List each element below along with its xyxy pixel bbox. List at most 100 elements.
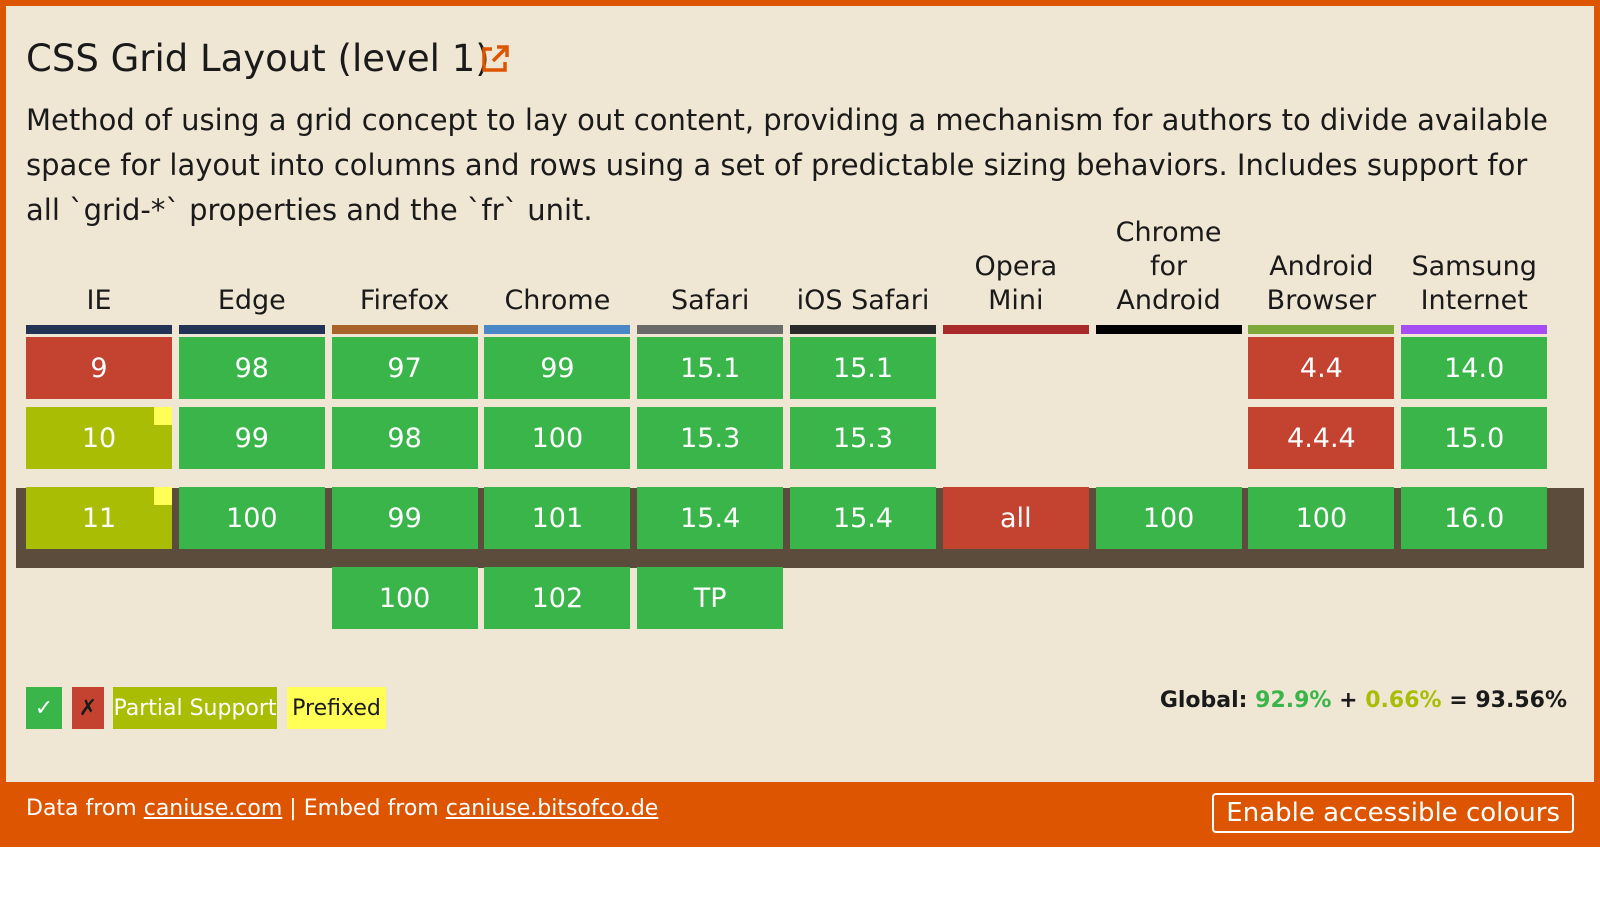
version-label: 100 (1295, 502, 1348, 534)
global-plus: + (1339, 688, 1358, 713)
version-label: 15.3 (680, 422, 741, 454)
version-label: 9 (90, 352, 108, 384)
bitsofco-link[interactable]: caniuse.bitsofco.de (446, 796, 659, 821)
prefixed-flag (154, 407, 172, 425)
version-label: 101 (531, 502, 584, 534)
global-label: Global: (1159, 688, 1248, 713)
version-label: TP (693, 582, 727, 614)
version-cell-ios-safari-15-4[interactable]: 15.4 (790, 487, 936, 549)
version-label: 16.0 (1444, 502, 1505, 534)
version-cell-chrome-for-android-100[interactable]: 100 (1095, 487, 1242, 549)
version-label: 4.4.4 (1287, 422, 1356, 454)
version-label: 15.3 (832, 422, 894, 454)
footer-separator: | (289, 796, 297, 821)
version-cell-firefox-97[interactable]: 97 (331, 337, 478, 399)
version-cell-chrome-102[interactable]: 102 (484, 567, 631, 629)
version-label: 15.1 (680, 352, 741, 384)
browser-header-edge: Edge (217, 285, 286, 316)
version-cell-safari-tp[interactable]: TP (637, 567, 784, 629)
browser-color-bar-ios-safari (790, 325, 936, 334)
version-cell-ios-safari-15-3[interactable]: 15.3 (790, 407, 936, 469)
version-cell-android-browser-100[interactable]: 100 (1248, 487, 1395, 549)
version-cell-firefox-99[interactable]: 99 (331, 487, 478, 549)
version-label: 98 (387, 422, 422, 454)
version-cell-edge-98[interactable]: 98 (178, 337, 325, 399)
browser-color-bar-android-browser (1248, 325, 1395, 334)
browser-color-bar-chrome (484, 325, 631, 334)
feature-description: Method of using a grid concept to lay ou… (26, 103, 1548, 227)
feature-title: CSS Grid Layout (level 1) (26, 37, 490, 80)
version-cell-firefox-98[interactable]: 98 (331, 407, 478, 469)
embed-from-label: Embed from (303, 796, 439, 821)
global-equals: = (1449, 688, 1468, 713)
global-partial: 0.66% (1365, 688, 1442, 713)
version-label: 10 (81, 422, 117, 454)
browser-header-safari: Safari (671, 285, 750, 316)
version-label: 99 (234, 422, 269, 454)
browser-color-bar-ie (26, 325, 172, 334)
legend-unsupported: ✗ (72, 687, 104, 729)
prefixed-flag (154, 487, 172, 505)
global-full: 92.9% (1255, 688, 1332, 713)
browser-color-bar-opera-mini (942, 325, 1089, 334)
data-from-label: Data from (26, 796, 137, 821)
version-label: 99 (540, 352, 575, 384)
version-label: 15.4 (832, 502, 894, 534)
browser-header-firefox: Firefox (359, 285, 450, 316)
version-cell-android-browser-4-4-4[interactable]: 4.4.4 (1248, 407, 1395, 469)
version-label: 100 (378, 582, 431, 614)
version-cell-edge-99[interactable]: 99 (178, 407, 325, 469)
version-label: 15.4 (680, 502, 741, 534)
version-label: 15.0 (1444, 422, 1505, 454)
browser-header-ios-safari: iOS Safari (796, 285, 930, 316)
browser-header-chrome-for-android: Chrome for Android (1115, 217, 1222, 316)
version-cell-firefox-100[interactable]: 100 (331, 567, 478, 629)
browser-header-ie: IE (86, 285, 112, 316)
version-cell-edge-100[interactable]: 100 (178, 487, 325, 549)
browser-color-bar-edge (178, 325, 325, 334)
version-cell-chrome-99[interactable]: 99 (484, 337, 631, 399)
version-cell-ie-9[interactable]: 9 (26, 337, 172, 399)
version-cell-samsung-internet-16-0[interactable]: 16.0 (1401, 487, 1548, 549)
version-cell-ie-10[interactable]: 10 (26, 407, 172, 469)
version-cell-ios-safari-15-1[interactable]: 15.1 (790, 337, 936, 399)
version-cell-chrome-100[interactable]: 100 (484, 407, 631, 469)
browser-header-opera-mini: Opera Mini (974, 251, 1058, 316)
version-cell-samsung-internet-14-0[interactable]: 14.0 (1401, 337, 1548, 399)
legend-prefixed: Prefixed (287, 687, 386, 729)
version-label: 100 (531, 422, 584, 454)
version-cell-samsung-internet-15-0[interactable]: 15.0 (1401, 407, 1548, 469)
version-label: 98 (234, 352, 269, 384)
external-link-icon[interactable] (478, 42, 512, 76)
version-cell-safari-15-3[interactable]: 15.3 (637, 407, 784, 469)
browser-color-bar-samsung-internet (1401, 325, 1548, 334)
version-cell-opera-mini-all[interactable]: all (942, 487, 1089, 549)
version-label: 99 (387, 502, 422, 534)
browser-header-samsung-internet: Samsung Internet (1411, 251, 1537, 316)
caniuse-link[interactable]: caniuse.com (144, 796, 283, 821)
version-cell-safari-15-4[interactable]: 15.4 (637, 487, 784, 549)
version-cell-ie-11[interactable]: 11 (26, 487, 172, 549)
version-cell-safari-15-1[interactable]: 15.1 (637, 337, 784, 399)
global-total: 93.56% (1475, 688, 1567, 713)
enable-accessible-colours-button[interactable]: Enable accessible colours (1212, 793, 1574, 833)
browser-color-bar-firefox (331, 325, 478, 334)
caniuse-embed: CSS Grid Layout (level 1) Method of usin… (0, 0, 1600, 847)
browser-color-bar-safari (637, 325, 784, 334)
legend-partial: Partial Support (113, 687, 277, 729)
version-label: 4.4 (1299, 352, 1343, 384)
version-label: 100 (1142, 502, 1195, 534)
version-label: 97 (387, 352, 422, 384)
version-label: 100 (226, 502, 278, 534)
version-label: 14.0 (1444, 352, 1505, 384)
browser-header-android-browser: Android Browser (1266, 251, 1377, 316)
browser-header-chrome: Chrome (504, 285, 611, 316)
browser-color-bar-chrome-for-android (1095, 325, 1242, 334)
version-cell-chrome-101[interactable]: 101 (484, 487, 631, 549)
footer-credits: Data from caniuse.com | Embed from caniu… (26, 796, 658, 821)
feature-panel: CSS Grid Layout (level 1) Method of usin… (6, 6, 1594, 782)
legend-supported: ✓ (26, 687, 62, 729)
version-label: all (1000, 502, 1032, 534)
version-cell-android-browser-4-4[interactable]: 4.4 (1248, 337, 1395, 399)
version-label: 102 (531, 582, 584, 614)
